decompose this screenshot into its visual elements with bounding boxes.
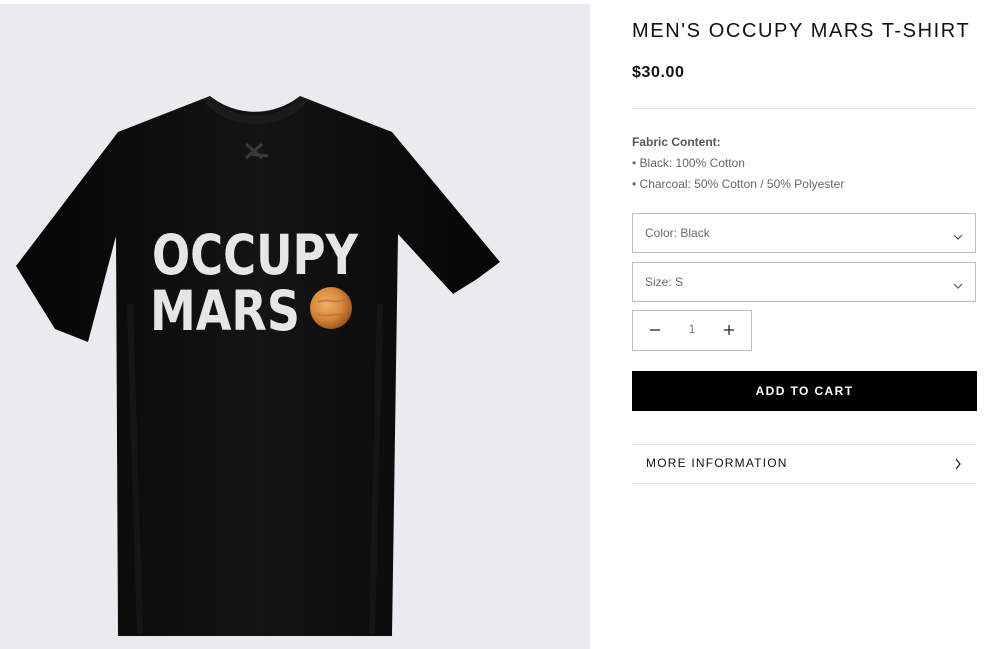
size-select-value: Size: S: [645, 275, 684, 289]
minus-icon[interactable]: [647, 322, 663, 338]
mars-planet-icon: [310, 287, 352, 329]
size-select[interactable]: Size: S: [632, 262, 976, 302]
color-select[interactable]: Color: Black: [632, 213, 976, 253]
fabric-content: Fabric Content: • Black: 100% Cotton • C…: [632, 132, 844, 195]
product-image: OCCUPY MARS: [0, 4, 590, 649]
divider: [632, 108, 976, 109]
chevron-down-icon: [953, 228, 963, 246]
more-information-toggle[interactable]: MORE INFORMATION: [632, 444, 976, 483]
product-price: $30.00: [632, 64, 685, 81]
quantity-input[interactable]: [673, 322, 711, 336]
fabric-content-label: Fabric Content:: [632, 135, 721, 149]
tshirt-image: OCCUPY MARS: [16, 96, 500, 636]
chevron-right-icon: [954, 457, 962, 475]
product-title: MEN'S OCCUPY MARS T-SHIRT: [632, 20, 971, 42]
shirt-print-line1: OCCUPY: [152, 223, 359, 287]
divider: [632, 483, 976, 484]
tshirt-body: [16, 96, 500, 636]
fabric-line-charcoal: • Charcoal: 50% Cotton / 50% Polyester: [632, 177, 845, 191]
shirt-print-line2: MARS: [150, 279, 300, 343]
more-information-label: MORE INFORMATION: [646, 456, 788, 470]
quantity-stepper: [632, 310, 752, 351]
chevron-down-icon: [953, 277, 963, 295]
plus-icon[interactable]: [721, 322, 737, 338]
color-select-value: Color: Black: [645, 226, 710, 240]
add-to-cart-button[interactable]: ADD TO CART: [632, 371, 977, 411]
fabric-line-black: • Black: 100% Cotton: [632, 156, 745, 170]
